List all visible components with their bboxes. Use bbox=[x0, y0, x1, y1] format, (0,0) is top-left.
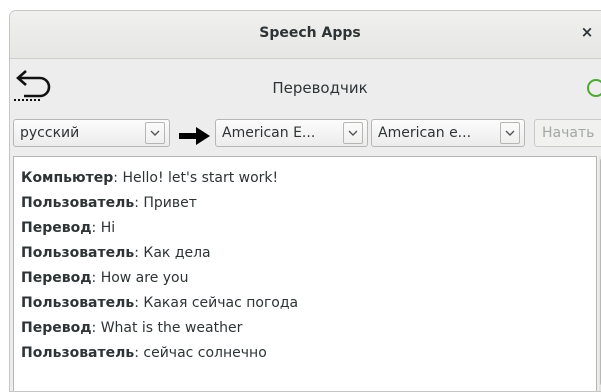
speaker-label: Перевод bbox=[21, 270, 92, 286]
message-text: Привет bbox=[143, 195, 197, 211]
speaker-label: Пользователь bbox=[21, 295, 135, 311]
status-circle-icon bbox=[587, 79, 601, 97]
app-window: Speech Apps × Переводчик русский America… bbox=[9, 10, 601, 392]
speaker-label: Перевод bbox=[21, 220, 92, 236]
list-item: Перевод: How are you bbox=[21, 270, 189, 286]
list-item: Пользователь: Какая сейчас погода bbox=[21, 295, 299, 311]
target-language-select[interactable]: American E... bbox=[215, 119, 368, 147]
list-item: Компьютер: Hello! let's start work! bbox=[21, 170, 279, 186]
speaker-label: Компьютер bbox=[21, 170, 114, 186]
source-language-select[interactable]: русский bbox=[13, 119, 170, 147]
source-language-value: русский bbox=[20, 125, 80, 141]
message-text: Как дела bbox=[143, 245, 211, 261]
chevron-down-icon[interactable] bbox=[500, 122, 520, 144]
speaker-label: Пользователь bbox=[21, 245, 135, 261]
list-item: Перевод: Hi bbox=[21, 220, 116, 236]
chevron-down-icon[interactable] bbox=[145, 122, 165, 144]
message-text: Какая сейчас погода bbox=[143, 295, 299, 311]
message-text: Hi bbox=[100, 220, 116, 236]
start-button[interactable]: Начать bbox=[534, 119, 601, 147]
right-arrow-icon bbox=[178, 127, 212, 145]
voice-value: American e... bbox=[378, 125, 472, 141]
target-language-value: American E... bbox=[222, 125, 316, 141]
message-text: Hello! let's start work! bbox=[122, 170, 279, 186]
message-text: сейчас солнечно bbox=[143, 345, 267, 361]
close-icon[interactable]: × bbox=[579, 23, 595, 41]
speaker-label: Перевод bbox=[21, 320, 92, 336]
conversation-log[interactable]: Компьютер: Hello! let's start work! Поль… bbox=[13, 156, 597, 391]
list-item: Пользователь: Как дела bbox=[21, 245, 211, 261]
app-header: Переводчик bbox=[10, 59, 601, 111]
list-item: Пользователь: Привет bbox=[21, 195, 197, 211]
list-item: Перевод: What is the weather bbox=[21, 320, 243, 336]
message-text: How are you bbox=[100, 270, 189, 286]
voice-select[interactable]: American e... bbox=[371, 119, 525, 147]
window-title: Speech Apps bbox=[259, 25, 361, 41]
title-bar[interactable]: Speech Apps × bbox=[10, 11, 601, 59]
chevron-down-icon[interactable] bbox=[343, 122, 363, 144]
toolbar: русский American E... American e... Нача… bbox=[10, 113, 601, 153]
speaker-label: Пользователь bbox=[21, 345, 135, 361]
list-item: Пользователь: сейчас солнечно bbox=[21, 345, 267, 361]
message-text: What is the weather bbox=[100, 320, 243, 336]
page-title: Переводчик bbox=[272, 79, 368, 97]
speaker-label: Пользователь bbox=[21, 195, 135, 211]
start-button-label: Начать bbox=[542, 125, 595, 141]
